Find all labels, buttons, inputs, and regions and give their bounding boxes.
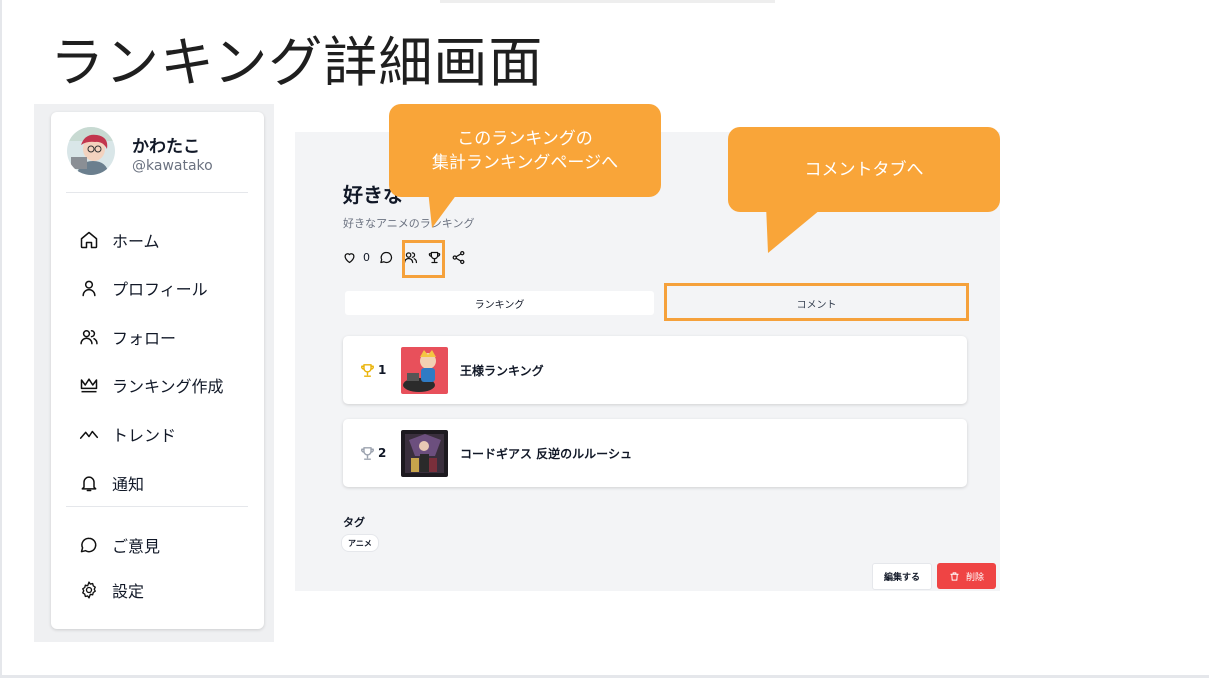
divider [66, 192, 248, 193]
delete-button[interactable]: 削除 [937, 563, 996, 589]
sidebar-item-profile[interactable]: プロフィール [79, 276, 208, 300]
item-thumbnail [401, 429, 448, 477]
sidebar-item-follow[interactable]: フォロー [79, 325, 176, 349]
sidebar-item-home[interactable]: ホーム [79, 228, 160, 252]
highlight-aggregate-button [402, 240, 445, 278]
share-icon [452, 250, 465, 264]
item-thumbnail [401, 346, 448, 394]
message-icon [80, 537, 97, 553]
heart-icon [344, 252, 355, 263]
item-title: コードギアス 反逆のルルーシュ [460, 446, 632, 461]
sidebar-item-label: プロフィール [112, 280, 208, 299]
comment-button[interactable] [379, 250, 394, 265]
tags-label: タグ [343, 516, 365, 529]
rank-number: 1 [359, 362, 401, 379]
bell-icon [81, 476, 97, 492]
trophy-icon [361, 446, 374, 460]
sidebar-item-label: ホーム [112, 232, 160, 251]
sidebar-item-settings[interactable]: 設定 [79, 578, 144, 602]
edit-button[interactable]: 編集する [872, 563, 932, 590]
sidebar-item-trend[interactable]: トレンド [79, 422, 176, 446]
highlight-comment-tab [664, 283, 969, 321]
ranking-item[interactable]: 1 王様ランキング [343, 336, 967, 404]
sidebar: かわたこ @kawatako ホーム プロフィール フォロー ランキング作成 ト… [51, 112, 264, 629]
sidebar-item-label: フォロー [112, 329, 177, 348]
slide-title: ランキング詳細画面 [50, 31, 544, 94]
like-button[interactable]: 0 [342, 250, 370, 265]
trophy-icon [361, 363, 374, 377]
item-thumbnail-image [401, 346, 448, 394]
callout-tail [766, 205, 826, 253]
callout-aggregate: このランキングの 集計ランキングページへ [389, 104, 661, 197]
delete-label: 削除 [965, 572, 984, 583]
message-icon [380, 251, 393, 263]
crown-icon [80, 378, 98, 393]
top-strip [440, 0, 775, 3]
user-handle: @kawatako [132, 158, 213, 174]
users-icon [80, 330, 98, 345]
sidebar-item-notifications[interactable]: 通知 [79, 471, 144, 495]
tab-ranking[interactable]: ランキング [345, 291, 654, 315]
user-name: かわたこ [132, 137, 200, 157]
sidebar-item-label: ご意見 [112, 537, 161, 556]
tag-chip[interactable]: アニメ [341, 534, 379, 552]
sidebar-item-label: 設定 [112, 582, 145, 601]
divider [66, 506, 248, 507]
item-title: 王様ランキング [460, 363, 544, 378]
ranking-item[interactable]: 2 コードギアス 反逆のルルーシュ [343, 419, 967, 487]
rank-number: 2 [359, 445, 401, 462]
user-icon [82, 280, 96, 297]
sidebar-item-label: 通知 [112, 475, 145, 494]
share-button[interactable] [451, 250, 466, 265]
sidebar-item-label: ランキング作成 [112, 377, 224, 396]
rank-label: 2 [378, 446, 387, 460]
sidebar-item-label: トレンド [112, 426, 177, 445]
home-icon [80, 231, 98, 249]
like-count: 0 [363, 250, 370, 264]
avatar-illustration [67, 127, 115, 175]
sidebar-item-create-ranking[interactable]: ランキング作成 [79, 373, 224, 397]
rank-label: 1 [378, 363, 387, 377]
avatar[interactable] [67, 127, 115, 175]
sidebar-item-feedback[interactable]: ご意見 [79, 533, 160, 557]
item-thumbnail-image [401, 429, 448, 477]
trending-icon [79, 430, 99, 439]
callout-comment-tab: コメントタブへ [728, 127, 1000, 212]
trash-icon [950, 571, 959, 581]
gear-icon [82, 581, 96, 599]
